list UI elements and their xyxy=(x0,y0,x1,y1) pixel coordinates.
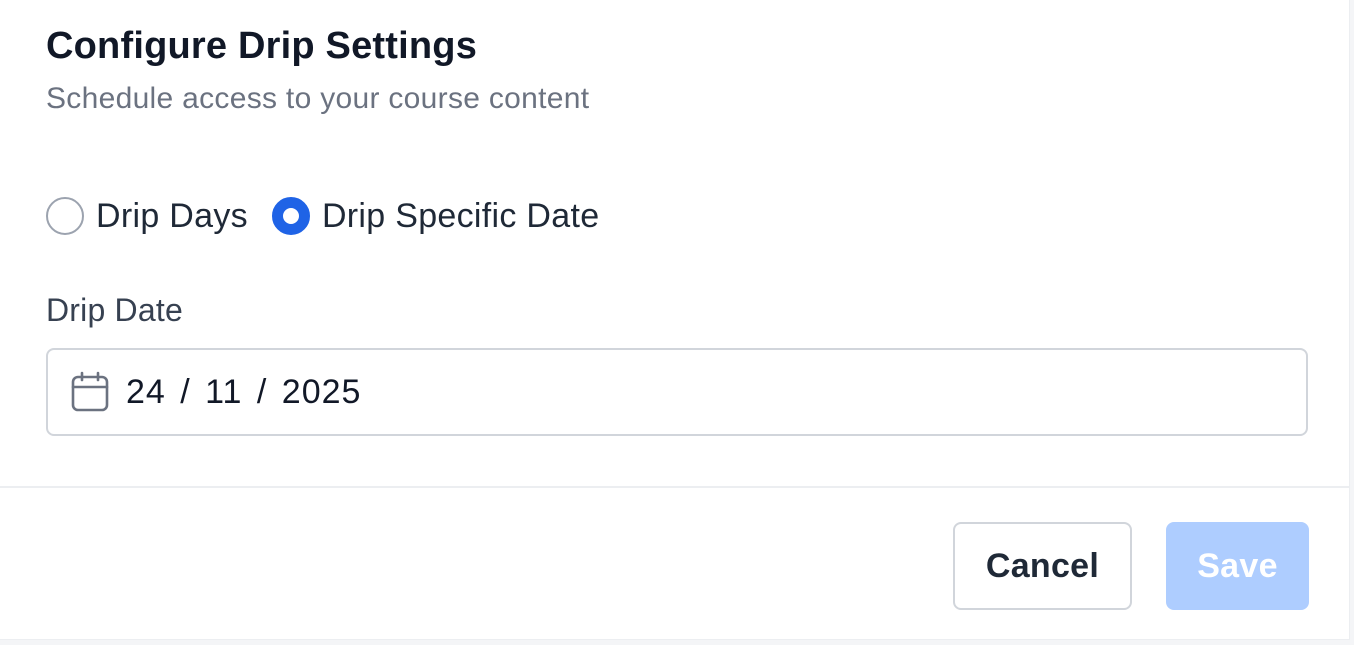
drip-settings-dialog: Configure Drip Settings Schedule access … xyxy=(0,0,1350,640)
radio-drip-specific-date[interactable] xyxy=(271,197,310,235)
radio-option-drip-days[interactable]: Drip Days xyxy=(46,197,248,236)
radio-option-drip-specific-date[interactable]: Drip Specific Date xyxy=(271,196,600,236)
save-button[interactable]: Save xyxy=(1166,522,1309,610)
dialog-subtitle: Schedule access to your course content xyxy=(46,82,590,115)
dialog-footer: Cancel Save xyxy=(0,486,1349,640)
dialog-title: Configure Drip Settings xyxy=(46,25,478,67)
drip-type-radio-group: Drip Days Drip Specific Date xyxy=(46,192,1303,240)
dialog-body: Configure Drip Settings Schedule access … xyxy=(0,0,1349,486)
radio-label-drip-days: Drip Days xyxy=(96,196,248,235)
drip-date-value[interactable]: 24 / 11 / 2025 xyxy=(126,373,361,412)
radio-drip-days[interactable] xyxy=(46,197,84,235)
drip-date-label: Drip Date xyxy=(46,292,183,328)
cancel-button[interactable]: Cancel xyxy=(953,522,1132,610)
calendar-icon[interactable] xyxy=(70,371,110,413)
drip-date-input[interactable]: 24 / 11 / 2025 xyxy=(46,348,1308,436)
radio-label-drip-specific-date: Drip Specific Date xyxy=(321,196,600,235)
